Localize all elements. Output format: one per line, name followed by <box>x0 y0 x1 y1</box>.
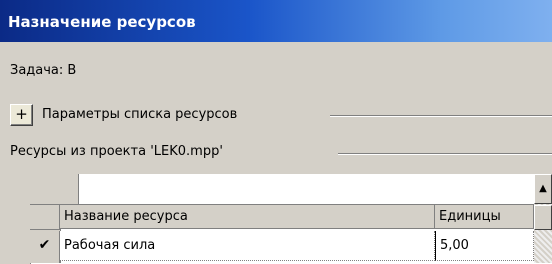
expand-parameters-button[interactable]: + <box>10 104 33 126</box>
grid-edit-line[interactable] <box>79 174 534 205</box>
title-bar: Назначение ресурсов <box>0 0 552 42</box>
scroll-up-arrow-icon[interactable]: ▲ <box>534 174 552 204</box>
window-title: Назначение ресурсов <box>8 13 196 31</box>
task-label: Задача: В <box>10 63 77 78</box>
cell-resource-name[interactable]: Рабочая сила <box>60 231 435 261</box>
grid-header-corner <box>30 205 60 230</box>
row-checkmark-icon[interactable]: ✔ <box>30 231 60 263</box>
cell-units[interactable]: 5,00 <box>435 231 534 261</box>
column-header-units[interactable]: Единицы <box>435 205 534 229</box>
resources-label: Ресурсы из проекта 'LEK0.mpp' <box>10 144 223 159</box>
plus-icon: + <box>15 105 28 123</box>
column-header-resource-name[interactable]: Название ресурса <box>60 205 435 229</box>
grid-top-left-cell <box>30 174 79 205</box>
scroll-thumb[interactable] <box>534 205 552 230</box>
grid-header-row: Название ресурса Единицы <box>60 205 534 230</box>
parameters-label[interactable]: Параметры списка ресурсов <box>42 107 237 122</box>
resources-divider <box>338 153 552 155</box>
parameters-divider <box>330 115 552 117</box>
